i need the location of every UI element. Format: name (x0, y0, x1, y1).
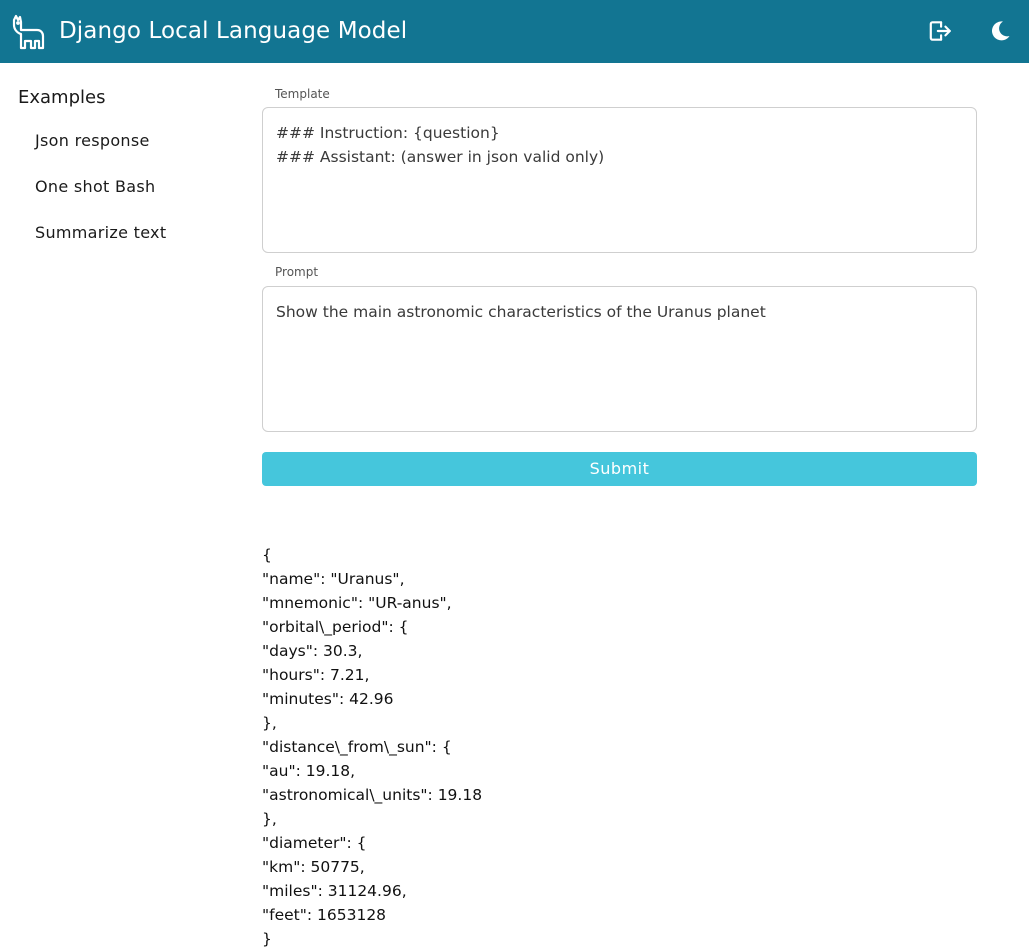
submit-button[interactable]: Submit (262, 452, 977, 486)
response-line: "orbital\_period": { (262, 618, 409, 636)
response-line: "minutes": 42.96 (262, 690, 394, 708)
response-line: "hours": 7.21, (262, 666, 370, 684)
response-line: "feet": 1653128 (262, 906, 387, 924)
sidebar-heading: Examples (18, 87, 106, 108)
response-line: "astronomical\_units": 19.18 (262, 786, 483, 804)
response-line: "km": 50775, (262, 858, 365, 876)
template-textarea[interactable]: ### Instruction: {question} ### Assistan… (262, 107, 977, 253)
prompt-textarea[interactable]: Show the main astronomic characteristics… (262, 286, 977, 432)
response-output: { "name": "Uranus", "mnemonic": "UR-anus… (262, 543, 977, 951)
response-line: "diameter": { (262, 834, 367, 852)
response-line: "days": 30.3, (262, 642, 363, 660)
response-line: "distance\_from\_sun": { (262, 738, 452, 756)
response-line: }, (262, 714, 277, 732)
template-label: Template (275, 87, 330, 101)
moon-icon[interactable] (986, 17, 1014, 45)
response-line: "au": 19.18, (262, 762, 356, 780)
sidebar-item-summarize-text[interactable]: Summarize text (35, 223, 166, 243)
llama-icon[interactable] (10, 14, 48, 50)
response-line: { (262, 546, 272, 564)
logout-icon[interactable] (926, 17, 954, 45)
response-line: "mnemonic": "UR-anus", (262, 594, 452, 612)
response-line: "miles": 31124.96, (262, 882, 407, 900)
prompt-label: Prompt (275, 265, 319, 279)
app-bar: Django Local Language Model (0, 0, 1029, 63)
response-line: }, (262, 810, 277, 828)
sidebar-item-json-response[interactable]: Json response (35, 131, 150, 151)
response-line: "name": "Uranus", (262, 570, 405, 588)
response-line: } (262, 930, 272, 948)
app-title: Django Local Language Model (59, 18, 408, 44)
sidebar: Examples Json response One shot Bash Sum… (0, 63, 240, 943)
sidebar-item-one-shot-bash[interactable]: One shot Bash (35, 177, 155, 197)
